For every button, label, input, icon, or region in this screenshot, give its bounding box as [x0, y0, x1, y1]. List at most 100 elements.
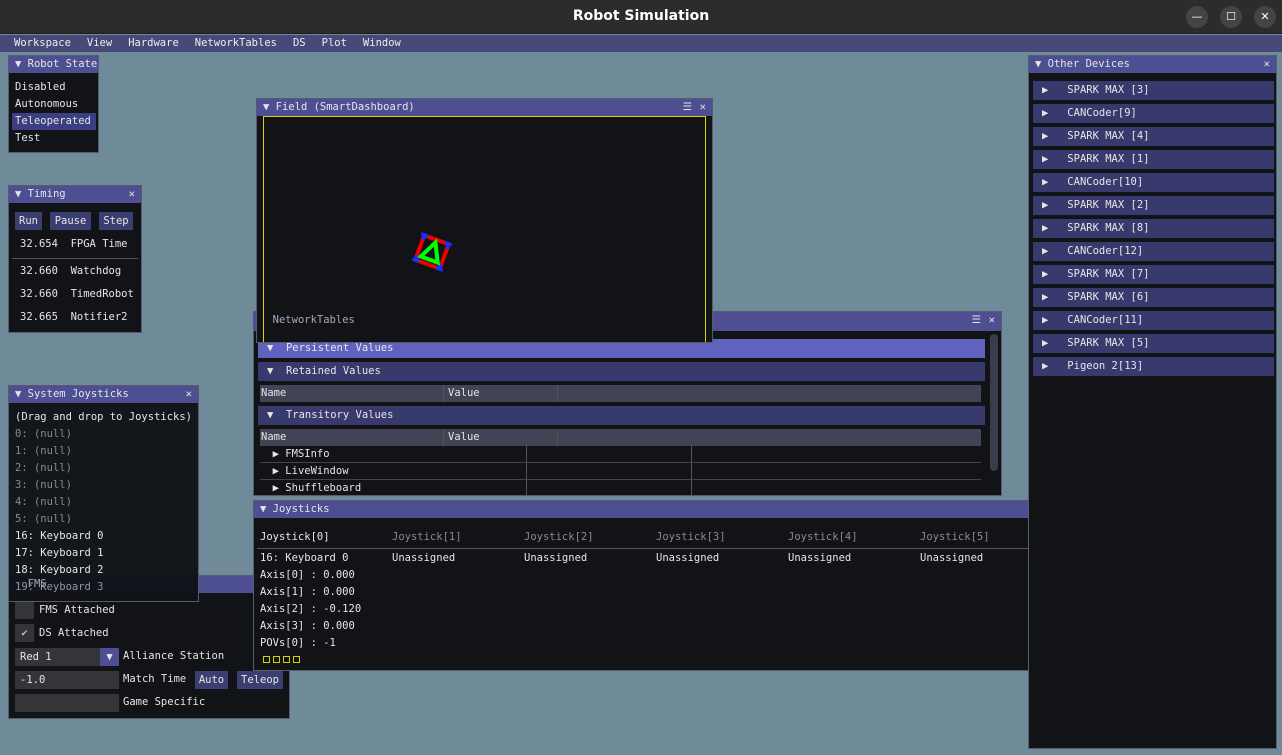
device-node[interactable]: ▶ CANCoder[10] [1033, 173, 1274, 192]
section-transitory[interactable]: ▼ Transitory Values [258, 406, 985, 425]
nt-entry-fmsinfo[interactable]: ▶ FMSInfo [260, 446, 981, 463]
state-autonomous[interactable]: Autonomous [15, 98, 78, 110]
close-icon[interactable]: ✕ [186, 386, 192, 403]
joystick-assigned-5: Unassigned [920, 552, 984, 564]
menu-window[interactable]: Window [355, 35, 409, 52]
window-title: System Joysticks [27, 388, 129, 400]
joystick-slot-4[interactable]: Joystick[4] [788, 531, 858, 543]
joystick-item[interactable]: 18: Keyboard 2 [15, 564, 104, 576]
maximize-button[interactable]: ☐ [1220, 6, 1242, 28]
system-joysticks-title-bar[interactable]: ▼ System Joysticks ✕ [9, 386, 198, 403]
timing-title-bar[interactable]: ▼ Timing ✕ [9, 186, 141, 203]
close-icon[interactable]: ✕ [989, 312, 995, 329]
field-canvas[interactable] [263, 116, 706, 342]
device-label: SPARK MAX [3] [1067, 84, 1150, 96]
menu-workspace[interactable]: Workspace [6, 35, 79, 52]
device-node[interactable]: ▶ CANCoder[12] [1033, 242, 1274, 261]
joystick-item[interactable]: 3: (null) [15, 479, 72, 491]
close-icon[interactable]: ✕ [700, 99, 706, 116]
joystick-slot-2[interactable]: Joystick[2] [524, 531, 594, 543]
menu-plot[interactable]: Plot [314, 35, 355, 52]
window-title: Joysticks [272, 503, 330, 515]
chevron-right-icon: ▶ [1042, 130, 1049, 142]
state-test[interactable]: Test [15, 132, 40, 144]
menu-view[interactable]: View [79, 35, 120, 52]
minimize-button[interactable]: — [1186, 6, 1208, 28]
robot-pose-icon[interactable] [412, 232, 452, 272]
menu-bar: Workspace View Hardware NetworkTables DS… [0, 35, 1282, 52]
state-teleoperated[interactable]: Teleoperated [12, 113, 96, 130]
menu-icon[interactable]: ☰ [972, 312, 981, 329]
close-icon[interactable]: ✕ [1264, 56, 1270, 73]
joystick-assigned-0: 16: Keyboard 0 [260, 552, 349, 564]
timing-row-watchdog: 32.660 Watchdog [20, 265, 122, 277]
chevron-right-icon: ▶ [1042, 107, 1049, 119]
close-button[interactable]: ✕ [1254, 6, 1276, 28]
menu-icon[interactable]: ☰ [683, 99, 692, 116]
field-title-bar[interactable]: ▼ Field (SmartDashboard) ☰ ✕ [257, 99, 712, 116]
joystick-item[interactable]: 17: Keyboard 1 [15, 547, 104, 559]
joystick-item[interactable]: 16: Keyboard 0 [15, 530, 104, 542]
device-node[interactable]: ▶ SPARK MAX [6] [1033, 288, 1274, 307]
menu-networktables[interactable]: NetworkTables [187, 35, 285, 52]
device-node[interactable]: ▶ SPARK MAX [1] [1033, 150, 1274, 169]
auto-button[interactable]: Auto [195, 671, 228, 689]
system-joysticks-window: ▼ System Joysticks ✕ (Drag and drop to Jo… [8, 385, 199, 602]
device-node[interactable]: ▶ SPARK MAX [7] [1033, 265, 1274, 284]
match-time-input[interactable]: -1.0 [15, 671, 119, 689]
device-node[interactable]: ▶ Pigeon 2[13] [1033, 357, 1274, 376]
device-label: CANCoder[10] [1067, 176, 1144, 188]
device-node[interactable]: ▶ CANCoder[11] [1033, 311, 1274, 330]
axis-3-value: Axis[3] : 0.000 [260, 620, 355, 632]
state-disabled[interactable]: Disabled [15, 81, 66, 93]
joystick-slot-5[interactable]: Joystick[5] [920, 531, 990, 543]
nt-entry-shuffleboard[interactable]: ▶ Shuffleboard [260, 480, 981, 495]
robot-state-title-bar[interactable]: ▼ Robot State [9, 56, 98, 73]
joystick-item[interactable]: 4: (null) [15, 496, 72, 508]
joystick-item[interactable]: 2: (null) [15, 462, 72, 474]
device-node[interactable]: ▶ CANCoder[9] [1033, 104, 1274, 123]
joystick-slot-0[interactable]: Joystick[0] [260, 531, 330, 543]
ds-attached-checkbox[interactable]: ✔ [15, 624, 34, 642]
ds-attached-label: DS Attached [39, 627, 109, 639]
device-node[interactable]: ▶ SPARK MAX [5] [1033, 334, 1274, 353]
joystick-assigned-4: Unassigned [788, 552, 852, 564]
run-button[interactable]: Run [15, 212, 42, 230]
chevron-right-icon: ▶ [1042, 199, 1049, 211]
other-devices-window: ▼ Other Devices ✕ ▶ SPARK MAX [3] ▶ CANCod… [1028, 55, 1277, 749]
timing-row-timedrobot: 32.660 TimedRobot [20, 288, 134, 300]
close-icon[interactable]: ✕ [129, 186, 135, 203]
menu-hardware[interactable]: Hardware [120, 35, 187, 52]
fms-attached-checkbox[interactable] [15, 601, 34, 619]
step-button[interactable]: Step [99, 212, 133, 230]
chevron-down-icon[interactable]: ▼ [100, 648, 119, 666]
window-title: Other Devices [1047, 58, 1130, 70]
teleop-button[interactable]: Teleop [237, 671, 283, 689]
nt-entry-livewindow[interactable]: ▶ LiveWindow [260, 463, 981, 480]
joysticks-title-bar[interactable]: ▼ Joysticks✕ [254, 501, 1047, 518]
alliance-station-select[interactable]: Red 1 ▼ [15, 648, 119, 666]
fms-attached-label: FMS Attached [39, 604, 115, 616]
scrollbar[interactable] [990, 334, 998, 471]
joystick-slot-1[interactable]: Joystick[1] [392, 531, 462, 543]
game-specific-input[interactable] [15, 694, 119, 712]
device-node[interactable]: ▶ SPARK MAX [3] [1033, 81, 1274, 100]
device-node[interactable]: ▶ SPARK MAX [2] [1033, 196, 1274, 215]
transitory-table-header: Name Value [260, 429, 981, 446]
device-label: SPARK MAX [2] [1067, 199, 1150, 211]
joystick-item[interactable]: 5: (null) [15, 513, 72, 525]
device-node[interactable]: ▶ SPARK MAX [4] [1033, 127, 1274, 146]
menu-ds[interactable]: DS [285, 35, 314, 52]
other-devices-title-bar[interactable]: ▼ Other Devices ✕ [1029, 56, 1276, 73]
joystick-slot-3[interactable]: Joystick[3] [656, 531, 726, 543]
pause-button[interactable]: Pause [50, 212, 91, 230]
section-retained[interactable]: ▼ Retained Values [258, 362, 985, 381]
joystick-assigned-2: Unassigned [524, 552, 588, 564]
joystick-assigned-3: Unassigned [656, 552, 720, 564]
joystick-buttons [263, 656, 300, 663]
joystick-item[interactable]: 0: (null) [15, 428, 72, 440]
joystick-item[interactable]: 1: (null) [15, 445, 72, 457]
device-node[interactable]: ▶ SPARK MAX [8] [1033, 219, 1274, 238]
timing-window: ▼ Timing ✕ Run Pause Step 32.654 FPGA Tim… [8, 185, 142, 333]
timing-row-notifier: 32.665 Notifier2 [20, 311, 128, 323]
